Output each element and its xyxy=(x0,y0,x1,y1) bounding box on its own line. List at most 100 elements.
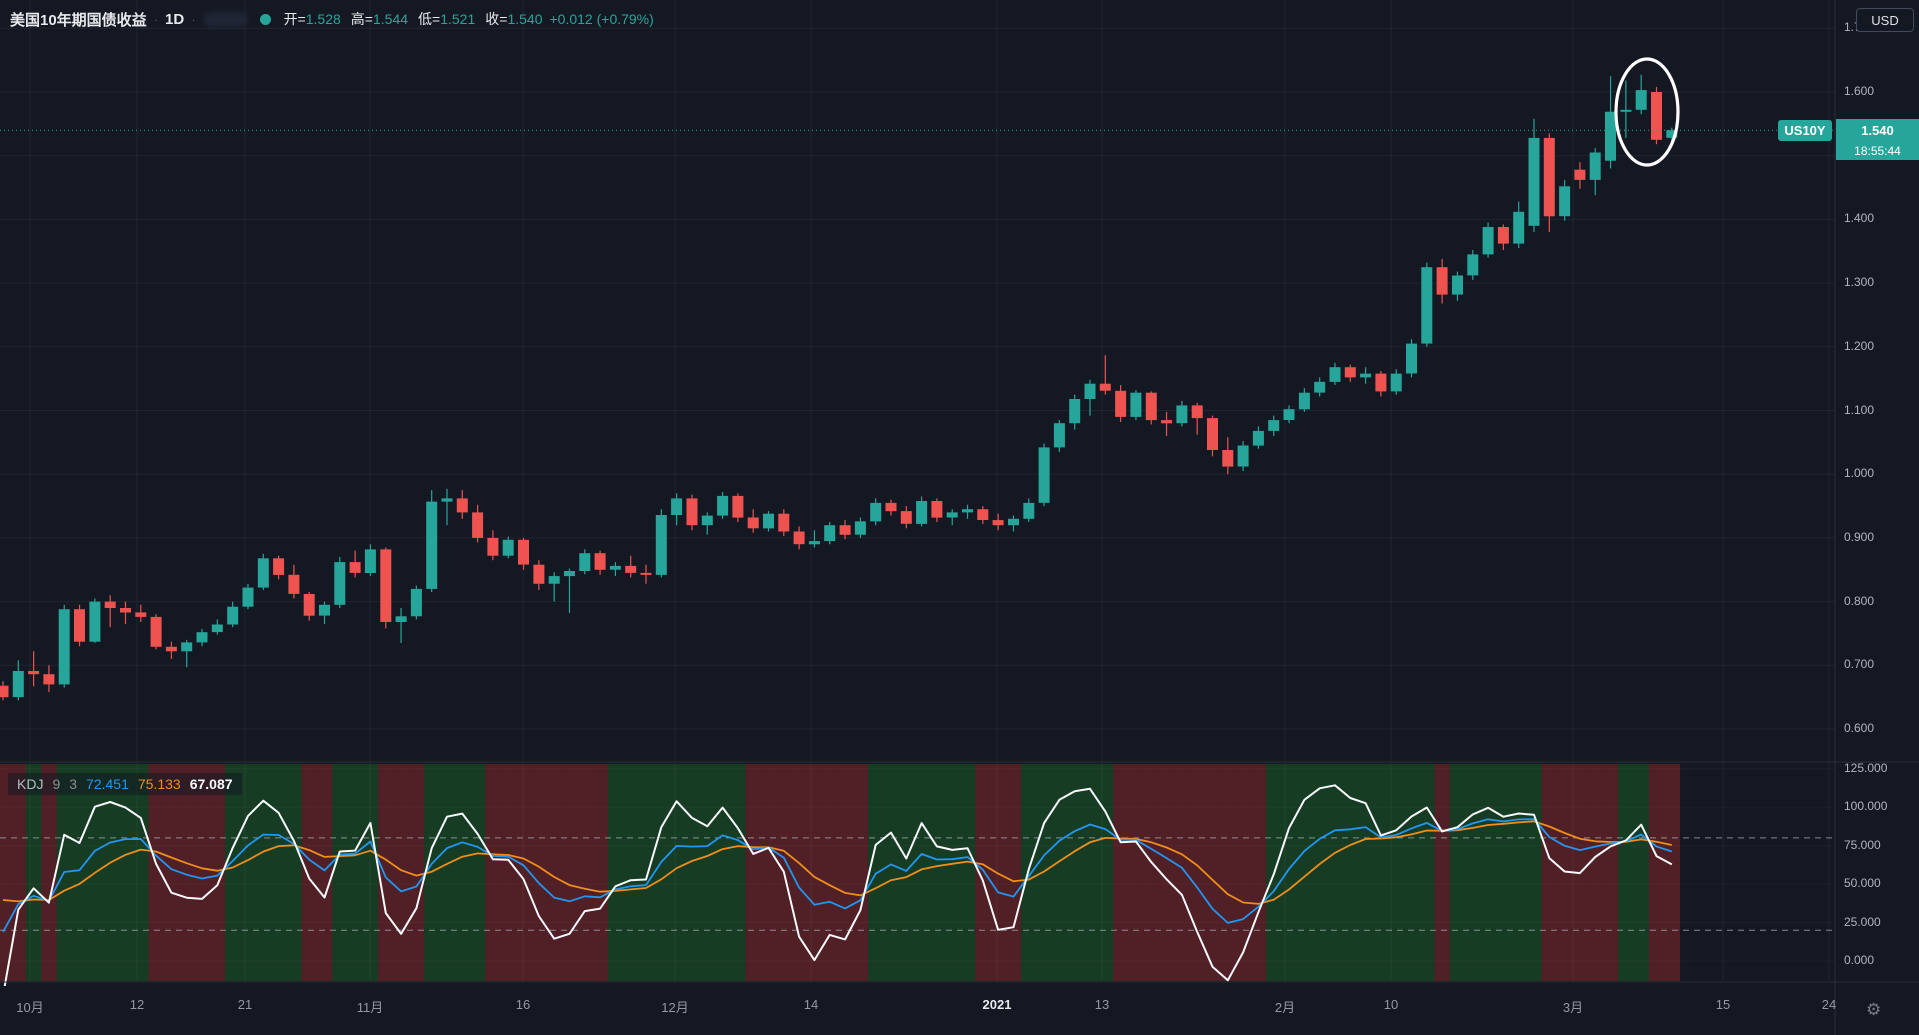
candle xyxy=(1222,450,1233,467)
candle xyxy=(1008,519,1019,525)
candle xyxy=(1452,276,1463,295)
candle xyxy=(227,607,238,625)
time-axis-label: 3月 xyxy=(1563,997,1583,1016)
candle xyxy=(1253,431,1264,446)
time-axis-label: 10 xyxy=(1384,997,1398,1012)
candle xyxy=(59,609,70,684)
time-axis-label: 2月 xyxy=(1275,997,1295,1016)
separator: · xyxy=(154,12,158,27)
low-value: 1.521 xyxy=(440,11,475,27)
bar-countdown-tag: 18:55:44 xyxy=(1836,141,1919,160)
candle xyxy=(1498,227,1509,244)
kdj-axis-label: 25.000 xyxy=(1844,915,1881,929)
candle xyxy=(457,498,468,512)
candle xyxy=(518,540,529,565)
candle xyxy=(977,509,988,520)
time-axis-label: 16 xyxy=(516,997,530,1012)
trading-chart-window: 美国10年期国债收益 · 1D · 开=1.528 高=1.544 低=1.52… xyxy=(0,0,1919,1035)
kdj-axis-label: 0.000 xyxy=(1844,953,1874,967)
candle xyxy=(1590,153,1601,180)
candle xyxy=(610,566,621,570)
candle xyxy=(1314,382,1325,393)
candle xyxy=(1085,384,1096,399)
kdj-param-2: 3 xyxy=(69,776,77,792)
candle xyxy=(1483,227,1494,254)
candle xyxy=(1023,503,1034,519)
candle xyxy=(487,538,498,556)
candle xyxy=(105,602,116,608)
price-axis-label: 1.200 xyxy=(1844,339,1874,353)
price-axis-label: 1.000 xyxy=(1844,466,1874,480)
candle xyxy=(1620,110,1631,112)
chart-canvas[interactable] xyxy=(0,0,1919,1035)
currency-button[interactable]: USD xyxy=(1856,8,1914,32)
candlestick-series xyxy=(0,75,1677,701)
candle xyxy=(89,602,100,642)
candle xyxy=(641,573,652,575)
kdj-background-stripes xyxy=(0,764,1680,981)
candle xyxy=(1161,420,1172,423)
candle xyxy=(809,541,820,544)
candle xyxy=(120,608,131,613)
candle xyxy=(212,625,223,633)
candle xyxy=(1146,393,1157,420)
time-axis-label: 21 xyxy=(238,997,252,1012)
candle xyxy=(870,503,881,522)
kdj-k-value: 72.451 xyxy=(86,776,129,792)
candle xyxy=(1115,391,1126,417)
time-axis-label: 12 xyxy=(130,997,144,1012)
candle xyxy=(549,576,560,584)
close-label: 收= xyxy=(485,11,507,27)
candle xyxy=(1284,409,1295,420)
candle xyxy=(947,512,958,517)
candle xyxy=(794,532,805,545)
candle xyxy=(1039,447,1050,502)
time-axis-label: 2021 xyxy=(983,997,1012,1012)
time-axis-label: 15 xyxy=(1716,997,1730,1012)
candle xyxy=(656,515,667,575)
symbol-price-label: US10Y xyxy=(1778,120,1832,141)
time-axis-label: 13 xyxy=(1095,997,1109,1012)
candle xyxy=(135,612,146,617)
kdj-j-value: 67.087 xyxy=(190,776,233,792)
time-axis-label: 12月 xyxy=(661,997,688,1016)
candle xyxy=(1238,446,1249,467)
candle xyxy=(1268,420,1279,431)
candle xyxy=(350,562,361,573)
candle xyxy=(1559,186,1570,216)
time-axis[interactable]: 10月122111月1612月142021132月103月1524 xyxy=(0,983,1835,1035)
timeframe-label[interactable]: 1D xyxy=(165,11,184,28)
candle xyxy=(855,521,866,534)
candle xyxy=(74,609,85,642)
kdj-axis-label: 75.000 xyxy=(1844,838,1881,852)
separator: · xyxy=(191,12,195,27)
low-label: 低= xyxy=(418,11,440,27)
candle xyxy=(579,553,590,571)
kdj-axis-label: 125.000 xyxy=(1844,761,1887,775)
candle xyxy=(1345,367,1356,377)
candle xyxy=(1636,90,1647,110)
kdj-param-1: 9 xyxy=(52,776,60,792)
settings-gear-icon[interactable]: ⚙ xyxy=(1866,1000,1881,1020)
ohlc-legend: 开=1.528 高=1.544 低=1.521 收=1.540 xyxy=(284,9,543,29)
price-axis-label: 0.700 xyxy=(1844,657,1874,671)
candle xyxy=(43,674,54,684)
symbol-title[interactable]: 美国10年期国债收益 xyxy=(10,9,147,30)
candle xyxy=(288,575,299,594)
time-axis-label: 10月 xyxy=(16,997,43,1016)
candle xyxy=(702,516,713,526)
open-label: 开= xyxy=(284,11,306,27)
close-value: 1.540 xyxy=(507,11,542,27)
kdj-name: KDJ xyxy=(17,776,43,792)
candle xyxy=(840,525,851,535)
kdj-axis-label: 50.000 xyxy=(1844,876,1881,890)
price-axis-label: 1.300 xyxy=(1844,275,1874,289)
kdj-indicator-legend[interactable]: KDJ 9 3 72.451 75.133 67.087 xyxy=(8,773,242,795)
price-axis-label: 1.100 xyxy=(1844,403,1874,417)
time-axis-label: 11月 xyxy=(357,997,384,1016)
open-value: 1.528 xyxy=(306,11,341,27)
candle xyxy=(334,562,345,605)
candle xyxy=(824,525,835,541)
candle xyxy=(717,496,728,516)
candle xyxy=(778,514,789,532)
